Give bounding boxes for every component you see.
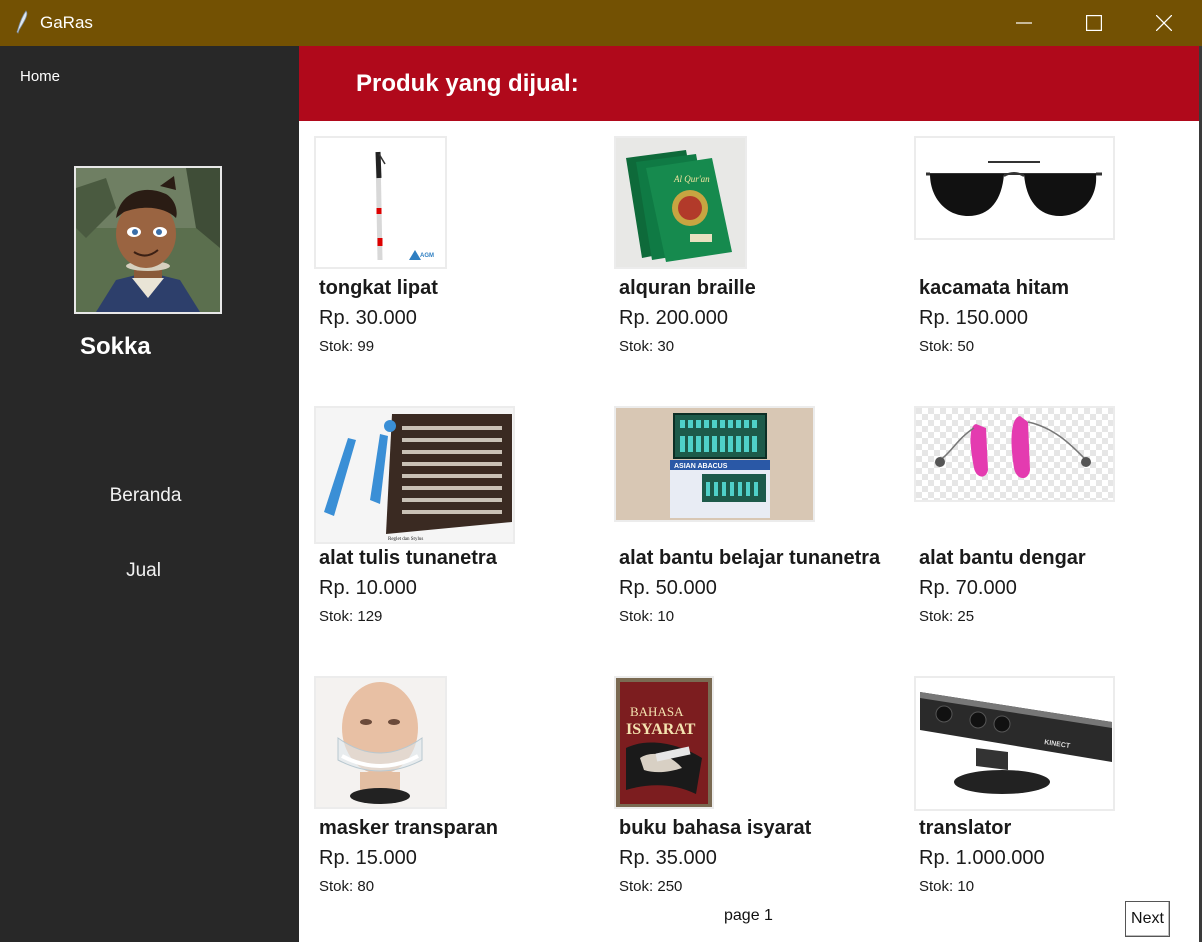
product-name: tongkat lipat [319, 277, 438, 299]
product-stock: Stok: 80 [319, 878, 375, 895]
sidebar: Home Sokka Beranda Jual [0, 46, 299, 942]
maximize-icon [1086, 15, 1102, 31]
product-name: kacamata hitam [919, 277, 1070, 299]
svg-text:Reglet dan Stylus: Reglet dan Stylus [388, 537, 423, 542]
minimize-icon [1016, 22, 1032, 24]
product-card[interactable]: masker transparan Rp. 15.000 Stok: 80 [314, 676, 604, 936]
transparent-mask-image [314, 676, 447, 809]
product-card[interactable]: kacamata hitam Rp. 150.000 Stok: 50 [914, 136, 1202, 396]
svg-text:ISYARAT: ISYARAT [626, 721, 696, 738]
sign-language-book-image: BAHASA ISYARAT [614, 676, 714, 809]
product-name: alquran braille [619, 277, 756, 299]
feather-icon [14, 10, 30, 34]
home-link[interactable]: Home [20, 68, 60, 85]
svg-text:AGM: AGM [420, 253, 434, 259]
product-price: Rp. 1.000.000 [919, 847, 1045, 869]
product-stock: Stok: 250 [619, 878, 683, 895]
product-name: alat tulis tunanetra [319, 547, 497, 569]
product-card[interactable]: BAHASA ISYARAT buku bahasa isyarat Rp. 3… [614, 676, 904, 936]
product-price: Rp. 15.000 [319, 847, 417, 869]
close-icon [1156, 15, 1172, 31]
product-stock: Stok: 50 [919, 338, 975, 355]
product-name: translator [919, 817, 1012, 839]
nav-beranda[interactable]: Beranda [0, 485, 295, 507]
product-price: Rp. 70.000 [919, 577, 1017, 599]
product-card[interactable]: KINECT translator Rp. 1.000.000 Stok: 10 [914, 676, 1202, 936]
product-card[interactable]: alat bantu dengar Rp. 70.000 Stok: 25 [914, 406, 1202, 666]
page-indicator: page 1 [724, 907, 773, 924]
title-bar: GaRas [0, 0, 1202, 46]
product-name: alat bantu dengar [919, 547, 1086, 569]
product-card[interactable]: Al Qur'an alquran braille Rp. 200.000 St… [614, 136, 904, 396]
product-card[interactable]: AGM tongkat lipat Rp. 30.000 Stok: 99 [314, 136, 604, 396]
product-price: Rp. 35.000 [619, 847, 717, 869]
maximize-button[interactable] [1059, 0, 1129, 46]
svg-text:BAHASA: BAHASA [630, 704, 684, 719]
minimize-button[interactable] [989, 0, 1059, 46]
page-title: Produk yang dijual: [356, 70, 579, 97]
avatar [74, 166, 222, 314]
product-price: Rp. 50.000 [619, 577, 717, 599]
close-button[interactable] [1129, 0, 1199, 46]
white-cane-image: AGM [314, 136, 447, 269]
product-name: masker transparan [319, 817, 498, 839]
product-price: Rp. 10.000 [319, 577, 417, 599]
abacus-image: ASIAN ABACUS [614, 406, 815, 522]
product-price: Rp. 200.000 [619, 307, 728, 329]
product-stock: Stok: 99 [319, 338, 375, 355]
product-stock: Stok: 30 [619, 338, 675, 355]
product-stock: Stok: 129 [319, 608, 383, 625]
product-price: Rp. 30.000 [319, 307, 417, 329]
product-name: buku bahasa isyarat [619, 817, 812, 839]
product-card[interactable]: Reglet dan Stylus alat tulis tunanetra R… [314, 406, 604, 666]
braille-quran-image: Al Qur'an [614, 136, 747, 269]
user-name: Sokka [80, 333, 151, 360]
window-title: GaRas [40, 13, 93, 32]
nav-jual[interactable]: Jual [0, 560, 293, 582]
kinect-translator-image: KINECT [914, 676, 1115, 811]
svg-text:ASIAN ABACUS: ASIAN ABACUS [674, 463, 728, 470]
content-header: Produk yang dijual: [299, 46, 1199, 121]
next-button[interactable]: Next [1125, 901, 1170, 937]
sunglasses-image [914, 136, 1115, 240]
svg-text:Al Qur'an: Al Qur'an [673, 174, 710, 184]
product-name: alat bantu belajar tunanetra [619, 547, 881, 569]
product-price: Rp. 150.000 [919, 307, 1028, 329]
hearing-aid-image [914, 406, 1115, 502]
product-card[interactable]: ASIAN ABACUS alat bantu belajar tunanetr… [614, 406, 904, 666]
product-stock: Stok: 10 [619, 608, 675, 625]
product-stock: Stok: 25 [919, 608, 975, 625]
product-stock: Stok: 10 [919, 878, 975, 895]
braille-slate-image: Reglet dan Stylus [314, 406, 515, 544]
